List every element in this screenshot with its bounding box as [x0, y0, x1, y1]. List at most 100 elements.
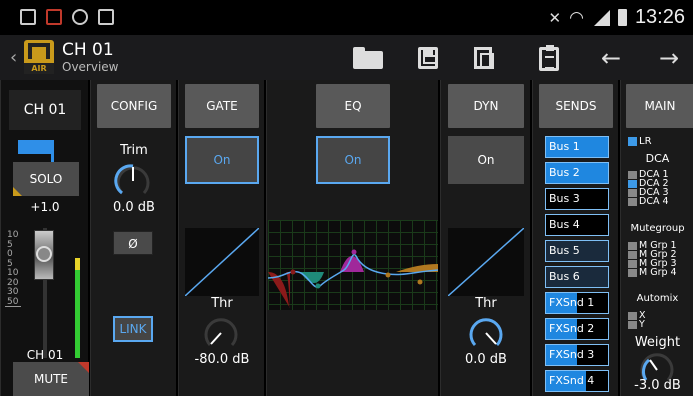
lr-label: LR	[639, 136, 652, 147]
send-fxsnd-3[interactable]: FXSnd 3	[545, 344, 609, 366]
link-indicator[interactable]	[18, 140, 54, 154]
solo-button[interactable]: SOLO	[13, 162, 79, 196]
send-bus-1[interactable]: Bus 1	[545, 136, 609, 158]
battery-icon	[617, 9, 627, 26]
dca-checkbox[interactable]	[628, 180, 637, 188]
copy-icon	[474, 47, 494, 69]
logo-text: AIR	[24, 63, 54, 74]
paste-button[interactable]	[533, 43, 565, 73]
save-button[interactable]	[412, 43, 444, 73]
send-bus-4[interactable]: Bus 4	[545, 214, 609, 236]
config-button[interactable]: CONFIG	[97, 84, 171, 128]
send-label: Bus 6	[549, 270, 580, 283]
link-indicator-tail	[51, 140, 54, 162]
send-label: Bus 2	[549, 166, 580, 179]
level-meter-peak	[75, 258, 80, 270]
gate-panel: GATE On Thr -80.0 dB	[178, 80, 264, 396]
clock: 13:26	[634, 6, 685, 28]
status-bar: ✕ ◠ 13:26	[0, 0, 693, 35]
phase-invert-button[interactable]: Ø	[113, 231, 153, 255]
app-logo[interactable]: AIR	[24, 40, 54, 74]
dyn-graph	[447, 227, 525, 297]
send-label: Bus 5	[549, 244, 580, 257]
send-label: FXSnd 4	[549, 374, 595, 387]
weight-label: Weight	[634, 335, 681, 350]
send-label: Bus 4	[549, 218, 580, 231]
eq-panel: EQ On	[266, 80, 439, 396]
dyn-panel: DYN On Thr 0.0 dB	[440, 80, 530, 396]
send-label: Bus 1	[549, 140, 580, 153]
sends-header-button[interactable]: SENDS	[539, 84, 613, 128]
eq-header-button[interactable]: EQ	[316, 84, 390, 128]
send-label: FXSnd 1	[549, 296, 595, 309]
mutegroup-title: Mutegroup	[630, 223, 685, 234]
copy-button[interactable]	[468, 43, 500, 73]
gate-threshold-knob[interactable]	[201, 313, 241, 353]
trim-value: 0.0 dB	[113, 200, 155, 215]
channel-name[interactable]: CH 01	[9, 90, 81, 130]
wifi-icon: ◠	[569, 7, 584, 28]
arrow-right-icon: →	[658, 44, 680, 72]
dyn-on-button[interactable]: On	[448, 136, 524, 184]
config-panel: CONFIG Trim 0.0 dB Ø LINK	[90, 80, 176, 396]
send-fxsnd-2[interactable]: FXSnd 2	[545, 318, 609, 340]
level-meter	[75, 258, 80, 358]
system-indicators: ✕ ◠ 13:26	[549, 6, 685, 29]
dca-checkbox[interactable]	[628, 189, 637, 197]
gate-thr-value: -80.0 dB	[194, 352, 250, 367]
send-bus-5[interactable]: Bus 5	[545, 240, 609, 262]
send-label: FXSnd 2	[549, 322, 595, 335]
sends-panel: SENDS Bus 1 Bus 2 Bus 3 Bus 4 Bus 5 Bus 6 FXSn…	[532, 80, 618, 396]
eq-on-button[interactable]: On	[316, 136, 390, 184]
send-fxsnd-1[interactable]: FXSnd 1	[545, 292, 609, 314]
automix-checkbox[interactable]	[628, 312, 637, 320]
trim-label: Trim	[120, 143, 148, 158]
eq-graph[interactable]	[267, 220, 439, 310]
trim-knob[interactable]	[113, 161, 153, 201]
automix-item-label: Y	[639, 319, 645, 330]
open-folder-button[interactable]	[353, 43, 385, 73]
main-panel: MAIN LR DCA DCA 1 DCA 2 DCA 3 DCA 4 Mutegro…	[620, 80, 693, 396]
lr-checkbox[interactable]	[628, 137, 637, 146]
action-bar: ‹ AIR CH 01 Overview ← →	[0, 35, 693, 80]
gate-header-button[interactable]: GATE	[185, 84, 259, 128]
undo-button[interactable]: ←	[595, 43, 627, 73]
weight-value: -3.0 dB	[634, 378, 681, 393]
link-button[interactable]: LINK	[113, 316, 153, 342]
fader-scale-tick: 10	[7, 230, 19, 240]
dyn-threshold-knob[interactable]	[466, 313, 506, 353]
gate-on-button[interactable]: On	[185, 136, 259, 184]
dca-checkbox[interactable]	[628, 198, 637, 206]
download-icon	[98, 9, 114, 25]
back-chevron-icon[interactable]: ‹	[10, 47, 17, 68]
dca-title: DCA	[645, 152, 670, 165]
send-bus-2[interactable]: Bus 2	[545, 162, 609, 184]
solo-corner	[13, 187, 22, 196]
gallery-icon	[20, 9, 36, 25]
automix-title: Automix	[636, 293, 679, 304]
fader-scale-tick: 5	[7, 239, 13, 250]
send-bus-6[interactable]: Bus 6	[545, 266, 609, 288]
mute-checkbox[interactable]	[628, 242, 637, 250]
mute-icon: ✕	[548, 8, 562, 27]
fader-grip-icon	[36, 246, 52, 262]
redo-button[interactable]: →	[653, 43, 685, 73]
mute-item-label: M Grp 4	[639, 267, 677, 278]
dyn-header-button[interactable]: DYN	[448, 84, 524, 128]
mute-checkbox[interactable]	[628, 251, 637, 259]
notification-icons	[20, 9, 114, 25]
fader-scale-tick: 0	[7, 249, 13, 259]
dca-checkbox[interactable]	[628, 171, 637, 179]
arrow-left-icon: ←	[600, 44, 622, 72]
fader-scale-tick: 50	[7, 296, 19, 307]
clipboard-icon	[539, 45, 559, 71]
mute-checkbox[interactable]	[628, 260, 637, 268]
page-title: CH 01	[62, 40, 114, 60]
send-bus-3[interactable]: Bus 3	[545, 188, 609, 210]
main-header-button[interactable]: MAIN	[626, 84, 693, 128]
send-fxsnd-4[interactable]: FXSnd 4	[545, 370, 609, 392]
mute-checkbox[interactable]	[628, 269, 637, 277]
automix-checkbox[interactable]	[628, 321, 637, 329]
fader-knob[interactable]	[34, 230, 54, 280]
fader-scale-tick: 30	[7, 287, 19, 297]
